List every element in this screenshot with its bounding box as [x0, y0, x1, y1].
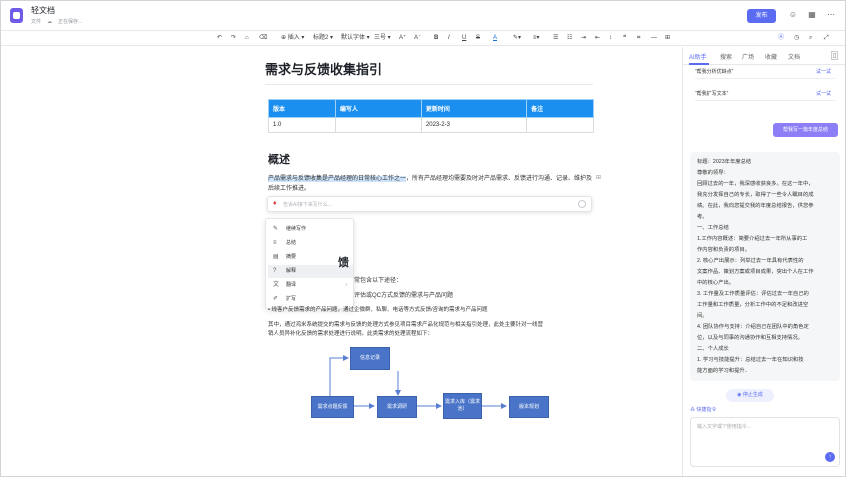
- chat-input-placeholder[interactable]: 输入文字或“/”使用指令...: [697, 423, 751, 430]
- tab-favorites[interactable]: 收藏: [765, 52, 777, 61]
- flow-node-research[interactable]: 需求调研: [377, 396, 417, 418]
- stop-generating-button[interactable]: ◉ 停止生成: [726, 389, 774, 402]
- response-line: 回顾过去的一年，我深感收获良多。在这一年中，: [697, 181, 814, 187]
- response-line: 二、个人成长: [697, 346, 729, 352]
- ai-assistant-panel: AI助手 搜索 广场 收藏 文档 ▯ “帮我分析优缺点” 试一试 “帮我扩写文本”…: [682, 47, 845, 476]
- tab-ai-assistant[interactable]: AI助手: [689, 52, 707, 61]
- response-line: 1. 学习与技能提升：总结过去一年在知识和技: [697, 357, 804, 363]
- suggested-prompt[interactable]: “帮我分析优缺点” 试一试: [695, 65, 835, 79]
- suggested-prompt[interactable]: “帮我扩写文本” 试一试: [695, 87, 835, 101]
- app-window: 轻文档 文件 ☁ 正在保存... 发布 ☺ ▦ ⋯ ↶ ↷ ⌂ ⌫ ⊕ 插入 ▾ 标…: [0, 0, 846, 477]
- response-line: 间。: [697, 313, 708, 319]
- flow-node-pool[interactable]: 需求入库（需求池）: [443, 393, 482, 419]
- try-link[interactable]: 试一试: [816, 65, 831, 79]
- response-line: 考。: [697, 214, 708, 220]
- response-line: 1.工作内容概述：简要介绍过去一年所从事的工: [697, 236, 808, 242]
- send-icon[interactable]: ↑: [825, 452, 835, 462]
- panel-toggle-icon[interactable]: ▯: [831, 51, 839, 60]
- tab-search[interactable]: 搜索: [720, 52, 732, 61]
- user-message: 帮我写一篇年度总结: [773, 123, 838, 137]
- chat-input[interactable]: 输入文字或“/”使用指令... ↑: [690, 417, 840, 467]
- tab-square[interactable]: 广场: [742, 52, 754, 61]
- response-line: 中的核心产出。: [697, 280, 735, 286]
- response-line: 一、工作总结: [697, 225, 729, 231]
- response-line: 尊敬的领导：: [697, 170, 729, 176]
- response-line: 作内容和负责的项目。: [697, 247, 750, 253]
- response-line: 2. 核心产出展示：列举过去一年具有代表性的: [697, 258, 804, 264]
- response-line: 4. 团队协作与支持：介绍自己在团队中的角色定: [697, 324, 809, 330]
- response-line: 能方面的学习和提升..: [697, 368, 748, 374]
- flow-node-feedback[interactable]: 需求点题反馈: [311, 396, 354, 418]
- response-line: 工作量和工作质量，分析工作中的不足和改进空: [697, 302, 809, 308]
- response-line: 位，以及与同事的沟通协作和互相支持情况。: [697, 335, 803, 341]
- try-link[interactable]: 试一试: [816, 87, 831, 101]
- response-line: 标题：2023年年度总结: [697, 159, 752, 165]
- flow-node-record[interactable]: 信息记录: [350, 347, 390, 370]
- response-line: 文案作品、策划方案或项目成果，突出个人在工作: [697, 269, 814, 275]
- tab-documents[interactable]: 文档: [788, 52, 800, 61]
- ai-response: 标题：2023年年度总结 尊敬的领导： 回顾过去的一年，我深感收获良多。在这一年中，…: [690, 152, 840, 381]
- response-line: 绩。在此，我向您提交我的年度总结报告，供您参: [697, 203, 814, 209]
- panel-tabs: AI助手 搜索 广场 收藏 文档 ▯: [683, 47, 845, 65]
- quick-command[interactable]: ⁂ 快捷指令: [690, 406, 716, 413]
- response-line: 我充分发挥自己的专长，取得了一些令人瞩目的成: [697, 192, 814, 198]
- response-line: 3. 工作量及工作质量评估：评估过去一年自己的: [697, 291, 809, 297]
- flow-node-plan[interactable]: 版本规划: [509, 396, 549, 418]
